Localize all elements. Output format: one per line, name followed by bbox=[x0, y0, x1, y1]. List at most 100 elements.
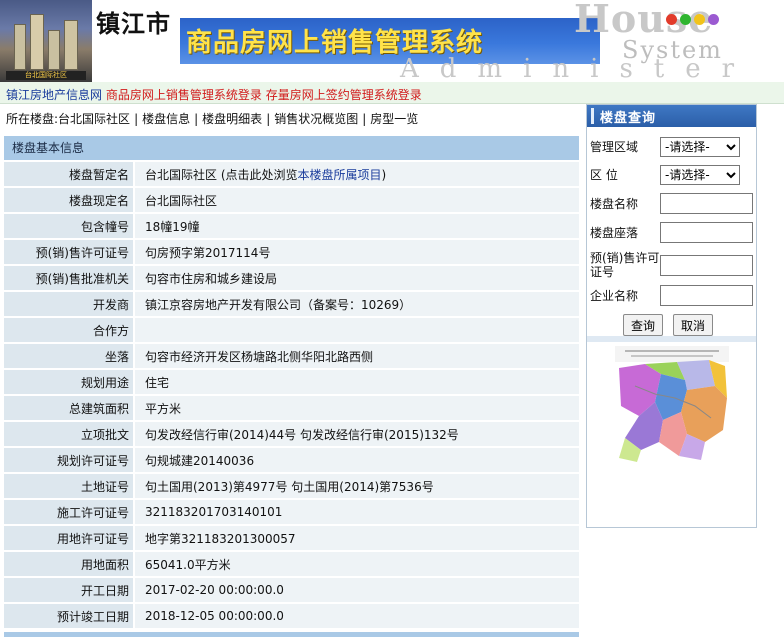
building-info-panel: 楼盘基本信息 楼盘暂定名 台北国际社区 (点击此处浏览本楼盘所属项目) 楼盘现定名台… bbox=[4, 136, 579, 637]
building-name-input[interactable] bbox=[660, 193, 753, 214]
info-row-value: 住宅 bbox=[133, 370, 579, 394]
permit-number-label: 预(销)售许可证号 bbox=[590, 251, 660, 279]
info-row: 立项批文 句发改经信行审(2014)44号 句发改经信行审(2015)132号 bbox=[4, 422, 579, 446]
info-row-label: 土地证号 bbox=[4, 474, 133, 498]
banner-dot bbox=[666, 14, 677, 25]
project-link[interactable]: 本楼盘所属项目 bbox=[298, 168, 382, 182]
info-row-label: 开发商 bbox=[4, 292, 133, 316]
search-sidebar: 楼盘查询 管理区域 -请选择- 区 位 -请选择- 楼盘名称 楼盘座落 预(销)… bbox=[586, 104, 757, 528]
info-row-label: 总建筑面积 bbox=[4, 396, 133, 420]
banner-building-photo: 台北国际社区 bbox=[0, 0, 92, 82]
info-row-value: 321183201703140101 bbox=[133, 500, 579, 524]
info-row-label: 预计竣工日期 bbox=[4, 604, 133, 628]
info-row-value: 平方米 bbox=[133, 396, 579, 420]
info-row-label: 预(销)售批准机关 bbox=[4, 266, 133, 290]
sidebar-header-marker bbox=[591, 108, 594, 124]
tab-floor-plans[interactable]: 房型一览 bbox=[370, 112, 418, 126]
info-row-value: 2017-02-20 00:00:00.0 bbox=[133, 578, 579, 602]
top-nav: 镇江房地产信息网 商品房网上销售管理系统登录 存量房网上签约管理系统登录 bbox=[0, 82, 784, 104]
info-row: 土地证号 句土国用(2013)第4977号 句土国用(2014)第7536号 bbox=[4, 474, 579, 498]
banner-photo-caption: 台北国际社区 bbox=[6, 71, 86, 80]
info-row-label: 立项批文 bbox=[4, 422, 133, 446]
nav-link-new-house-login[interactable]: 商品房网上销售管理系统登录 bbox=[106, 88, 262, 102]
breadcrumb-current: 台北国际社区 bbox=[58, 112, 131, 126]
info-row-value: 台北国际社区 bbox=[133, 188, 579, 212]
sidebar-title: 楼盘查询 bbox=[600, 110, 657, 126]
info-row: 开工日期 2017-02-20 00:00:00.0 bbox=[4, 578, 579, 602]
info-row-value: 句房预字第2017114号 bbox=[133, 240, 579, 264]
query-button[interactable]: 查询 bbox=[623, 314, 663, 336]
info-row-value: 65041.0平方米 bbox=[133, 552, 579, 576]
banner-dot bbox=[680, 14, 691, 25]
info-row-label: 施工许可证号 bbox=[4, 500, 133, 524]
info-row-value-suffix: ) bbox=[381, 167, 387, 182]
info-row-label: 坐落 bbox=[4, 344, 133, 368]
info-row: 包含幢号 18幢19幢 bbox=[4, 214, 579, 238]
tab-building-detail[interactable]: 楼盘明细表 bbox=[202, 112, 262, 126]
info-row: 楼盘暂定名 台北国际社区 (点击此处浏览本楼盘所属项目) bbox=[4, 162, 579, 186]
nav-link-home[interactable]: 镇江房地产信息网 bbox=[6, 88, 102, 102]
info-row-label: 合作方 bbox=[4, 318, 133, 342]
building-address-label: 楼盘座落 bbox=[590, 225, 639, 240]
info-row: 施工许可证号 321183201703140101 bbox=[4, 500, 579, 524]
tab-building-info[interactable]: 楼盘信息 bbox=[142, 112, 190, 126]
info-row-value: 句土国用(2013)第4977号 句土国用(2014)第7536号 bbox=[133, 474, 579, 498]
banner-color-dots bbox=[666, 14, 722, 28]
info-row-label: 包含幢号 bbox=[4, 214, 133, 238]
company-name-label: 企业名称 bbox=[590, 288, 639, 303]
info-row-label: 规划用途 bbox=[4, 370, 133, 394]
building-info-table: 楼盘暂定名 台北国际社区 (点击此处浏览本楼盘所属项目) 楼盘现定名 台北国际社区 包含… bbox=[4, 160, 579, 630]
info-row-value-text: 台北国际社区 (点击此处浏览 bbox=[145, 167, 298, 182]
info-row-value: 句容市经济开发区杨塘路北侧华阳北路西侧 bbox=[133, 344, 579, 368]
permit-number-input[interactable] bbox=[660, 254, 753, 276]
location-label: 区 位 bbox=[590, 168, 618, 182]
info-row: 用地许可证号 地字第321183201300057 bbox=[4, 526, 579, 550]
info-row: 开发商 镇江京容房地产开发有限公司（备案号：10269） bbox=[4, 292, 579, 316]
info-row: 规划用途 住宅 bbox=[4, 370, 579, 394]
site-banner: 台北国际社区 镇江市 商品房网上销售管理系统 House System Admi… bbox=[0, 0, 784, 82]
banner-dot bbox=[708, 14, 719, 25]
tab-sales-overview[interactable]: 销售状况概览图 bbox=[274, 112, 358, 126]
info-row-value: 地字第321183201300057 bbox=[133, 526, 579, 550]
info-row-value: 台北国际社区 (点击此处浏览本楼盘所属项目) bbox=[133, 162, 579, 186]
nav-link-second-hand-login[interactable]: 存量房网上签约管理系统登录 bbox=[266, 88, 422, 102]
info-row: 预(销)售许可证号 句房预字第2017114号 bbox=[4, 240, 579, 264]
breadcrumb-prefix: 所在楼盘: bbox=[6, 112, 59, 126]
company-name-input[interactable] bbox=[660, 285, 753, 306]
info-row-label: 开工日期 bbox=[4, 578, 133, 602]
panel-footer-bar bbox=[4, 632, 579, 637]
district-map-thumbnail[interactable] bbox=[615, 346, 729, 464]
info-row-label: 用地面积 bbox=[4, 552, 133, 576]
building-name-label: 楼盘名称 bbox=[590, 196, 639, 211]
info-row: 预计竣工日期 2018-12-05 00:00:00.0 bbox=[4, 604, 579, 628]
sidebar-divider bbox=[587, 336, 756, 342]
breadcrumb: 所在楼盘:台北国际社区 | 楼盘信息 | 楼盘明细表 | 销售状况概览图 | 房型一览 bbox=[6, 112, 419, 126]
search-form: 管理区域 -请选择- 区 位 -请选择- 楼盘名称 楼盘座落 预(销)售许可证号… bbox=[587, 127, 756, 336]
info-row: 规划许可证号 句规城建20140036 bbox=[4, 448, 579, 472]
info-row: 用地面积 65041.0平方米 bbox=[4, 552, 579, 576]
info-row-value bbox=[133, 318, 579, 342]
info-row-value: 2018-12-05 00:00:00.0 bbox=[133, 604, 579, 628]
district-select[interactable]: -请选择- bbox=[660, 137, 740, 157]
info-row: 预(销)售批准机关 句容市住房和城乡建设局 bbox=[4, 266, 579, 290]
info-row-value: 句发改经信行审(2014)44号 句发改经信行审(2015)132号 bbox=[133, 422, 579, 446]
banner-dot bbox=[694, 14, 705, 25]
building-address-input[interactable] bbox=[660, 222, 753, 243]
sidebar-header: 楼盘查询 bbox=[587, 105, 756, 127]
district-label: 管理区域 bbox=[590, 140, 639, 154]
info-row-label: 用地许可证号 bbox=[4, 526, 133, 550]
cancel-button[interactable]: 取消 bbox=[673, 314, 713, 336]
banner-city-name: 镇江市 bbox=[96, 9, 171, 38]
info-row-value: 句规城建20140036 bbox=[133, 448, 579, 472]
banner-admin-text: Administer bbox=[400, 54, 756, 82]
info-row-value: 镇江京容房地产开发有限公司（备案号：10269） bbox=[133, 292, 579, 316]
info-row-label: 楼盘暂定名 bbox=[4, 162, 133, 186]
info-row-value: 句容市住房和城乡建设局 bbox=[133, 266, 579, 290]
info-row: 总建筑面积 平方米 bbox=[4, 396, 579, 420]
info-row-label: 楼盘现定名 bbox=[4, 188, 133, 212]
panel-title: 楼盘基本信息 bbox=[4, 136, 579, 160]
info-row: 合作方 bbox=[4, 318, 579, 342]
info-row-label: 规划许可证号 bbox=[4, 448, 133, 472]
location-select[interactable]: -请选择- bbox=[660, 165, 740, 185]
info-row-value: 18幢19幢 bbox=[133, 214, 579, 238]
